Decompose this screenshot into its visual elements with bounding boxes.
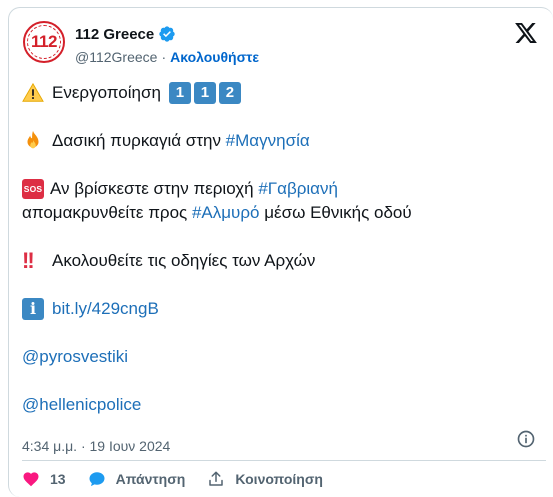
- heart-icon: [23, 472, 39, 487]
- tweet-line-sos: SOS Αν βρίσκεστε στην περιοχή #Γαβριανή: [22, 177, 547, 201]
- sos-badge: SOS: [22, 179, 44, 199]
- reply-button[interactable]: Απάντηση: [88, 470, 186, 488]
- tweet-line-fire: Δασική πυρκαγιά στην #Μαγνησία: [22, 129, 547, 153]
- keycap-digit: 1: [168, 82, 191, 104]
- tweet-line-instructions: !! Ακολουθείτε τις οδηγίες των Αρχών: [22, 249, 547, 273]
- share-label: Κοινοποίηση: [235, 471, 323, 487]
- instructions-text: Ακολουθείτε τις οδηγίες των Αρχών: [52, 251, 316, 270]
- evacuate-text-after: μέσω Εθνικής οδού: [259, 203, 412, 222]
- double-exclamation-icon: !!: [22, 248, 35, 273]
- tweet-line-mention-1: @pyrosvestiki: [22, 345, 547, 369]
- tweet-line-link: i bit.ly/429cngB: [22, 297, 547, 321]
- hashtag-gavriani[interactable]: #Γαβριανή: [258, 177, 338, 201]
- avatar-logo-text: 112: [31, 32, 57, 51]
- keycap-digit: 1: [193, 82, 216, 104]
- fire-icon: [22, 130, 44, 152]
- mention-hellenicpolice[interactable]: @hellenicpolice: [22, 393, 141, 417]
- information-icon: i: [22, 298, 44, 320]
- display-name[interactable]: 112 Greece: [75, 26, 154, 43]
- follow-link[interactable]: Ακολουθήστε: [170, 49, 259, 65]
- fire-text: Δασική πυρκαγιά στην: [52, 131, 226, 150]
- evacuate-text-before: απομακρυνθείτε προς: [22, 203, 192, 222]
- reply-label: Απάντηση: [115, 471, 186, 487]
- x-logo-icon[interactable]: [515, 23, 537, 43]
- author-name-row: 112 Greece: [75, 25, 176, 43]
- tweet-line-mention-2: @hellenicpolice: [22, 393, 547, 417]
- separator-dot: ·: [161, 49, 167, 65]
- share-icon: [209, 471, 224, 486]
- verified-badge-icon: [159, 26, 175, 42]
- tweet-line-evacuate: απομακρυνθείτε προς #Αλμυρό μέσω Εθνικής…: [22, 201, 547, 225]
- like-count: 13: [50, 471, 66, 487]
- hashtag-almyros[interactable]: #Αλμυρό: [192, 201, 260, 225]
- tweet-card: 112 112 Greece @112Greece · Ακολουθήστε …: [8, 7, 553, 497]
- timestamp[interactable]: 4:34 μ.μ. · 19 Ιουν 2024: [22, 438, 170, 454]
- activation-text: Ενεργοποίηση: [52, 83, 161, 102]
- reply-bubble-icon: [89, 472, 105, 487]
- like-button[interactable]: 13: [22, 470, 66, 488]
- sos-text: Αν βρίσκεστε στην περιοχή: [50, 179, 259, 198]
- share-button[interactable]: Κοινοποίηση: [207, 470, 323, 488]
- avatar[interactable]: 112: [23, 21, 65, 63]
- short-link[interactable]: bit.ly/429cngB: [52, 297, 159, 321]
- mention-pyrosvestiki[interactable]: @pyrosvestiki: [22, 345, 128, 369]
- avatar-ring: 112: [27, 25, 61, 59]
- hashtag-magnesia[interactable]: #Μαγνησία: [226, 129, 310, 153]
- divider: [22, 460, 546, 461]
- tweet-line-activation: Ενεργοποίηση 1 1 2: [22, 81, 547, 105]
- author-handle-row: @112Greece · Ακολουθήστε: [75, 49, 259, 65]
- warning-icon: [22, 82, 44, 104]
- tweet-text: Ενεργοποίηση 1 1 2 Δασική πυρκαγιά στην …: [22, 81, 547, 417]
- keycap-digit: 2: [218, 82, 241, 104]
- handle[interactable]: @112Greece: [75, 49, 157, 65]
- info-icon[interactable]: [516, 429, 536, 449]
- action-bar: 13 Απάντηση Κοινοποίηση: [22, 470, 345, 488]
